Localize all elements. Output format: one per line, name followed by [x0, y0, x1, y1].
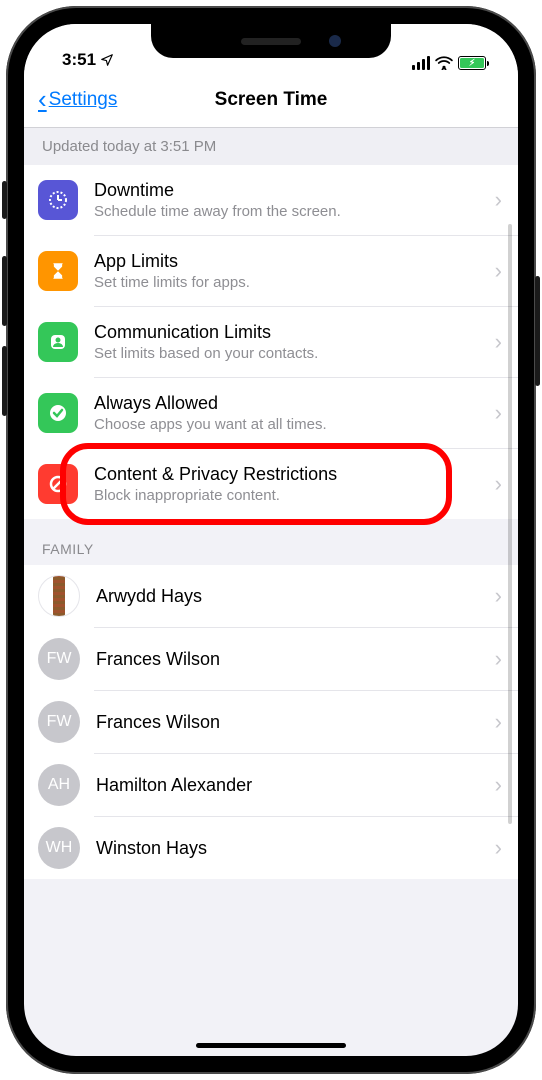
- row-content-privacy[interactable]: Content & Privacy Restrictions Block ina…: [24, 449, 518, 519]
- home-indicator[interactable]: [196, 1043, 346, 1048]
- wifi-icon: [435, 56, 453, 70]
- downtime-icon: [38, 180, 78, 220]
- family-row[interactable]: FW Frances Wilson ›: [24, 691, 518, 753]
- chevron-right-icon: ›: [487, 187, 502, 213]
- avatar: AH: [38, 764, 80, 806]
- chevron-right-icon: ›: [487, 583, 502, 609]
- row-subtitle: Set time limits for apps.: [94, 274, 487, 291]
- family-name: Frances Wilson: [96, 649, 487, 670]
- family-row[interactable]: FW Frances Wilson ›: [24, 628, 518, 690]
- location-icon: [100, 53, 114, 67]
- family-name: Frances Wilson: [96, 712, 487, 733]
- row-subtitle: Schedule time away from the screen.: [94, 203, 487, 220]
- avatar: FW: [38, 701, 80, 743]
- row-app-limits[interactable]: App Limits Set time limits for apps. ›: [24, 236, 518, 306]
- chevron-left-icon: ‹: [38, 84, 47, 115]
- avatar: FW: [38, 638, 80, 680]
- family-section-header: FAMILY: [24, 519, 518, 565]
- row-title: App Limits: [94, 251, 487, 272]
- nosign-icon: [38, 464, 78, 504]
- update-status: Updated today at 3:51 PM: [24, 128, 518, 165]
- back-button[interactable]: ‹ Settings: [38, 84, 117, 115]
- family-row[interactable]: WH Winston Hays ›: [24, 817, 518, 879]
- back-label: Settings: [49, 89, 118, 111]
- chevron-right-icon: ›: [487, 646, 502, 672]
- row-subtitle: Set limits based on your contacts.: [94, 345, 487, 362]
- chevron-right-icon: ›: [487, 772, 502, 798]
- row-subtitle: Block inappropriate content.: [94, 487, 487, 504]
- row-title: Downtime: [94, 180, 487, 201]
- cellular-icon: [412, 56, 430, 70]
- chevron-right-icon: ›: [487, 709, 502, 735]
- family-row[interactable]: AH Hamilton Alexander ›: [24, 754, 518, 816]
- chevron-right-icon: ›: [487, 329, 502, 355]
- row-title: Content & Privacy Restrictions: [94, 464, 487, 485]
- family-name: Arwydd Hays: [96, 586, 487, 607]
- row-subtitle: Choose apps you want at all times.: [94, 416, 487, 433]
- family-name: Winston Hays: [96, 838, 487, 859]
- chevron-right-icon: ›: [487, 835, 502, 861]
- chevron-right-icon: ›: [487, 258, 502, 284]
- checkmark-icon: [38, 393, 78, 433]
- chevron-right-icon: ›: [487, 471, 502, 497]
- avatar: [38, 575, 80, 617]
- row-title: Always Allowed: [94, 393, 487, 414]
- person-icon: [38, 322, 78, 362]
- row-communication-limits[interactable]: Communication Limits Set limits based on…: [24, 307, 518, 377]
- family-row[interactable]: Arwydd Hays ›: [24, 565, 518, 627]
- row-always-allowed[interactable]: Always Allowed Choose apps you want at a…: [24, 378, 518, 448]
- chevron-right-icon: ›: [487, 400, 502, 426]
- row-title: Communication Limits: [94, 322, 487, 343]
- nav-bar: ‹ Settings Screen Time: [24, 72, 518, 128]
- status-time: 3:51: [62, 50, 96, 70]
- hourglass-icon: [38, 251, 78, 291]
- row-downtime[interactable]: Downtime Schedule time away from the scr…: [24, 165, 518, 235]
- avatar: WH: [38, 827, 80, 869]
- family-name: Hamilton Alexander: [96, 775, 487, 796]
- scroll-indicator[interactable]: [508, 224, 512, 824]
- battery-icon: ⚡︎: [458, 56, 486, 70]
